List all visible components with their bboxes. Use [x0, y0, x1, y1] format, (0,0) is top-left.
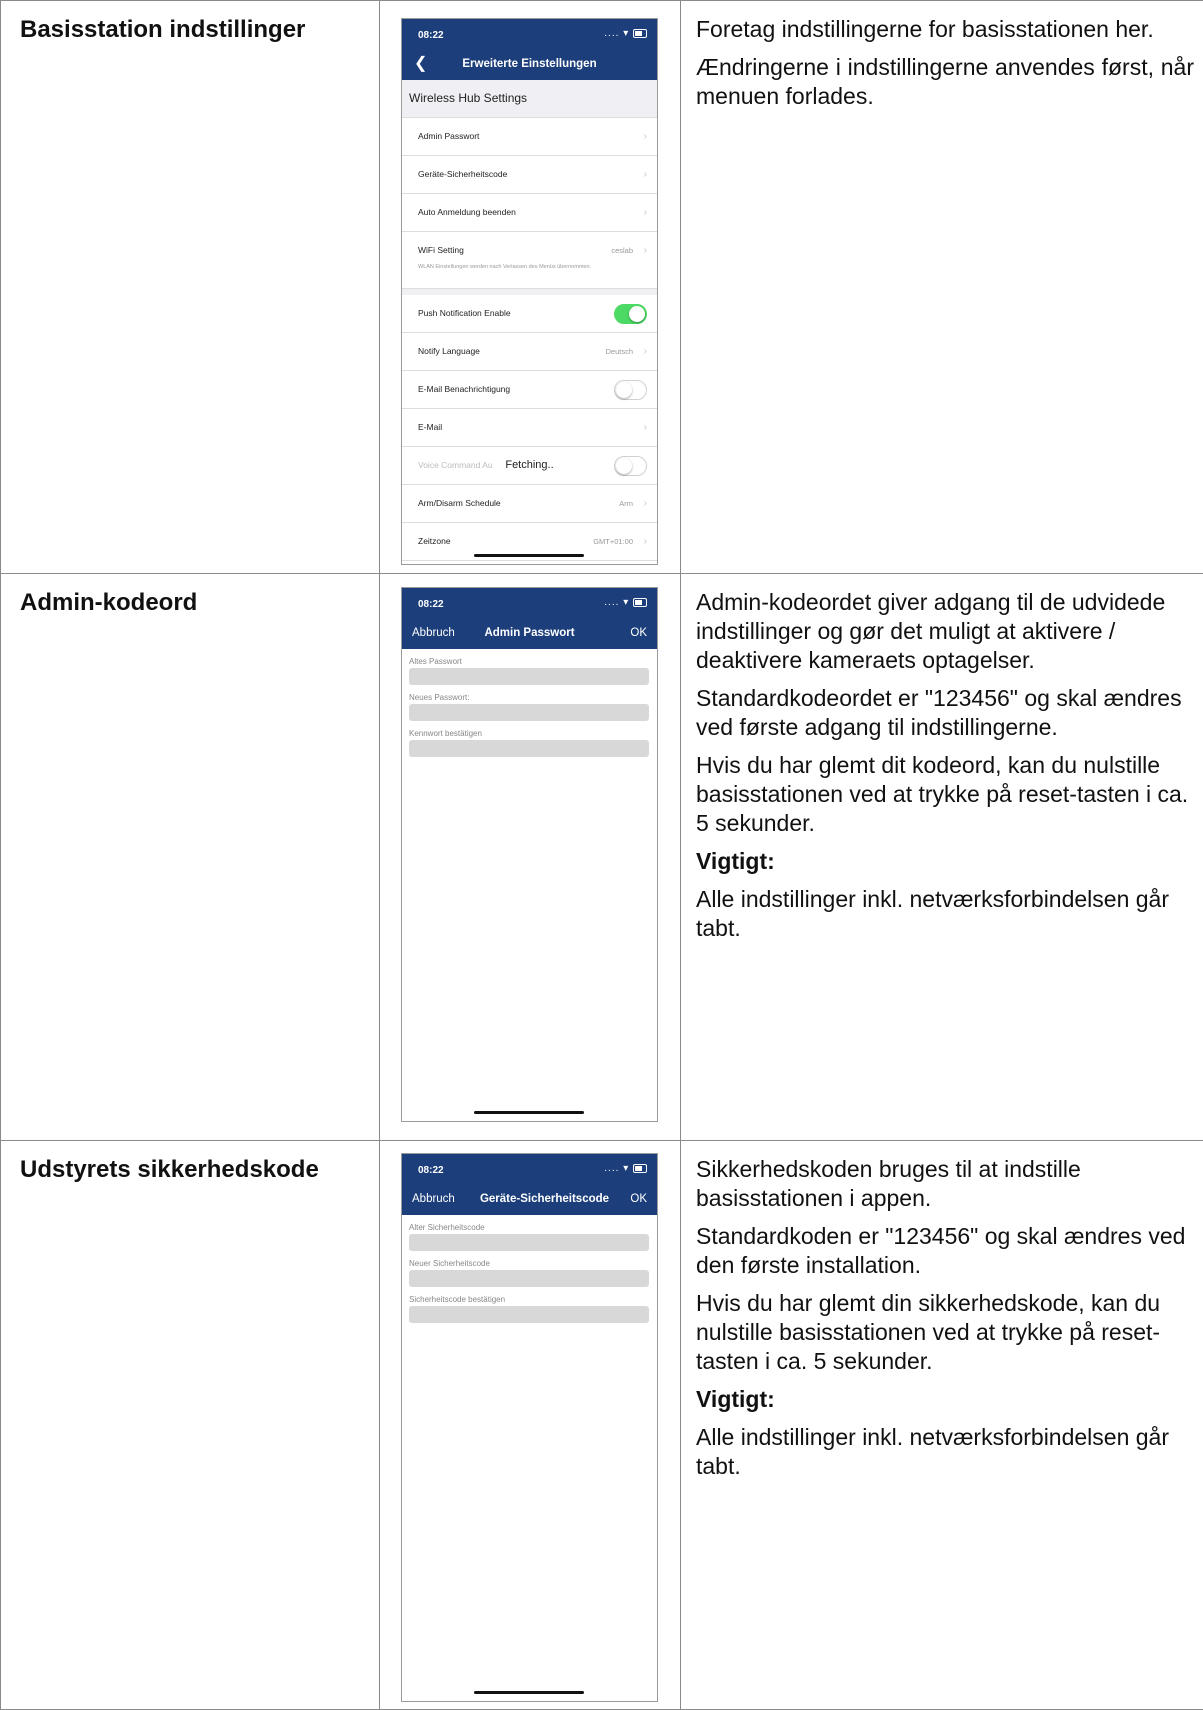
description-paragraph: Ændringerne i indstillingerne anvendes f…: [696, 53, 1194, 111]
chevron-right-icon: ›: [644, 118, 647, 155]
battery-icon: [633, 598, 647, 607]
signal-icon: ....: [604, 1163, 619, 1174]
header-title: Geräte-Sicherheitscode: [432, 1193, 657, 1205]
row-title: Admin-kodeord: [1, 574, 379, 617]
status-icons: .... ▾: [604, 597, 647, 608]
new-code-field[interactable]: [409, 1270, 649, 1287]
timezone-value: GMT+01:00: [593, 523, 633, 560]
important-text: Alle indstillinger inkl. netværksforbind…: [696, 1423, 1194, 1481]
push-toggle[interactable]: [614, 304, 647, 324]
section-header: Wireless Hub Settings: [402, 80, 657, 118]
description-paragraph: Standardkodeordet er "123456" og skal æn…: [696, 684, 1194, 742]
description-cell: Foretag indstillingerne for basisstation…: [681, 1, 1203, 574]
field-label: Neuer Sicherheitscode: [409, 1259, 657, 1268]
description-cell: Admin-kodeordet giver adgang til de udvi…: [681, 574, 1203, 1141]
field-label: Altes Passwort: [409, 657, 657, 666]
voice-toggle[interactable]: [614, 456, 647, 476]
chevron-right-icon: ›: [644, 409, 647, 446]
description-paragraph: Hvis du har glemt din sikkerhedskode, ka…: [696, 1289, 1194, 1376]
chevron-right-icon: ›: [644, 156, 647, 193]
description-paragraph: Foretag indstillingerne for basisstation…: [696, 15, 1194, 44]
setting-wifi[interactable]: WiFi Settingceslab›WLAN Einstellungen we…: [402, 232, 657, 289]
field-label: Sicherheitscode bestätigen: [409, 1295, 657, 1304]
field-label: Kennwort bestätigen: [409, 729, 657, 738]
phone-screenshot: 08:22 .... ▾ Abbruch Admin Passwort OK A…: [401, 587, 658, 1122]
setting-auto-logout[interactable]: Auto Anmeldung beenden›: [402, 194, 657, 232]
important-heading: Vigtigt:: [696, 1385, 1194, 1414]
setting-email-notification: E-Mail Benachrichtigung: [402, 371, 657, 409]
setting-arm-schedule[interactable]: Arm/Disarm ScheduleArm›: [402, 485, 657, 523]
confirm-code-field[interactable]: [409, 1306, 649, 1323]
old-password-field[interactable]: [409, 668, 649, 685]
setting-device-security-code[interactable]: Geräte-Sicherheitscode›: [402, 156, 657, 194]
screenshot-cell: 08:22 .... ▾ ❮ Erweiterte Einstellungen …: [380, 1, 681, 574]
battery-icon: [633, 29, 647, 38]
chevron-right-icon: ›: [644, 194, 647, 231]
description-paragraph: Standardkoden er "123456" og skal ændres…: [696, 1222, 1194, 1280]
row-title-cell: Basisstation indstillinger: [1, 1, 380, 574]
wifi-icon: ▾: [623, 28, 629, 39]
status-icons: .... ▾: [604, 28, 647, 39]
table-row: Basisstation indstillinger 08:22 .... ▾ …: [1, 1, 1203, 574]
app-header: 08:22 .... ▾ Abbruch Geräte-Sicherheitsc…: [402, 1154, 657, 1215]
table-row: Udstyrets sikkerhedskode 08:22 .... ▾ Ab…: [1, 1141, 1203, 1710]
field-label: Alter Sicherheitscode: [409, 1223, 657, 1232]
description-cell: Sikkerhedskoden bruges til at indstille …: [681, 1141, 1203, 1710]
header-title: Erweiterte Einstellungen: [402, 58, 657, 70]
row-title: Udstyrets sikkerhedskode: [1, 1141, 379, 1184]
ok-button[interactable]: OK: [630, 1193, 647, 1205]
chevron-right-icon: ›: [644, 232, 647, 269]
chevron-right-icon: ›: [644, 485, 647, 522]
table-row: Admin-kodeord 08:22 .... ▾ Abbruch Admin…: [1, 574, 1203, 1141]
important-heading: Vigtigt:: [696, 847, 1194, 876]
phone-screenshot: 08:22 .... ▾ ❮ Erweiterte Einstellungen …: [401, 18, 658, 565]
language-value: Deutsch: [605, 333, 633, 370]
signal-icon: ....: [604, 28, 619, 39]
field-label: Neues Passwort:: [409, 693, 657, 702]
wifi-icon: ▾: [623, 597, 629, 608]
email-toggle[interactable]: [614, 380, 647, 400]
setting-admin-password[interactable]: Admin Passwort›: [402, 118, 657, 156]
setting-voice-command: Voice Command AuFetching..: [402, 447, 657, 485]
home-indicator: [474, 1111, 584, 1114]
home-indicator: [474, 1691, 584, 1694]
setting-push-notification: Push Notification Enable: [402, 289, 657, 333]
status-time: 08:22: [418, 30, 444, 41]
row-title-cell: Admin-kodeord: [1, 574, 380, 1141]
chevron-right-icon: ›: [644, 333, 647, 370]
description-paragraph: Hvis du har glemt dit kodeord, kan du nu…: [696, 751, 1194, 838]
wifi-note: WLAN Einstellungen werden nach Verlassen…: [418, 264, 643, 271]
description-paragraph: Sikkerhedskoden bruges til at indstille …: [696, 1155, 1194, 1213]
schedule-value: Arm: [619, 485, 633, 522]
new-password-field[interactable]: [409, 704, 649, 721]
row-title-cell: Udstyrets sikkerhedskode: [1, 1141, 380, 1710]
battery-icon: [633, 1164, 647, 1173]
signal-icon: ....: [604, 597, 619, 608]
setting-notify-language[interactable]: Notify LanguageDeutsch›: [402, 333, 657, 371]
confirm-password-field[interactable]: [409, 740, 649, 757]
setting-email[interactable]: E-Mail›: [402, 409, 657, 447]
instructions-table: Basisstation indstillinger 08:22 .... ▾ …: [0, 0, 1203, 1710]
status-icons: .... ▾: [604, 1163, 647, 1174]
screenshot-cell: 08:22 .... ▾ Abbruch Geräte-Sicherheitsc…: [380, 1141, 681, 1710]
wifi-icon: ▾: [623, 1163, 629, 1174]
description-paragraph: Admin-kodeordet giver adgang til de udvi…: [696, 588, 1194, 675]
home-indicator: [474, 554, 584, 557]
status-time: 08:22: [418, 1165, 444, 1176]
app-header: 08:22 .... ▾ Abbruch Admin Passwort OK: [402, 588, 657, 649]
app-header: 08:22 .... ▾ ❮ Erweiterte Einstellungen: [402, 19, 657, 80]
old-code-field[interactable]: [409, 1234, 649, 1251]
phone-screenshot: 08:22 .... ▾ Abbruch Geräte-Sicherheitsc…: [401, 1153, 658, 1702]
chevron-right-icon: ›: [644, 523, 647, 560]
ok-button[interactable]: OK: [630, 627, 647, 639]
status-time: 08:22: [418, 599, 444, 610]
important-text: Alle indstillinger inkl. netværksforbind…: [696, 885, 1194, 943]
header-title: Admin Passwort: [402, 627, 657, 639]
row-title: Basisstation indstillinger: [1, 1, 379, 44]
screenshot-cell: 08:22 .... ▾ Abbruch Admin Passwort OK A…: [380, 574, 681, 1141]
